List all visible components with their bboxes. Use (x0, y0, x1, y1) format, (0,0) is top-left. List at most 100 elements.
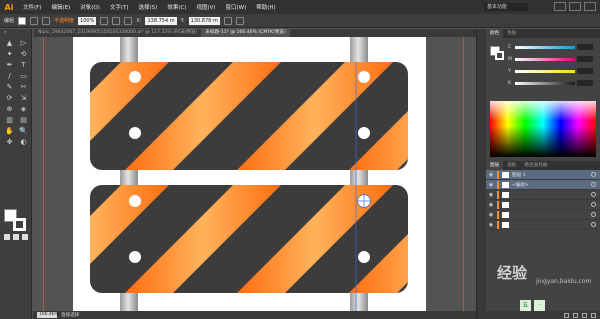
transform-icon[interactable] (223, 16, 232, 25)
k-slider-track[interactable] (515, 81, 575, 85)
close-button[interactable] (584, 2, 596, 11)
tab-color[interactable]: 颜色 (486, 29, 504, 38)
layer-row[interactable]: ◉ <编组> (486, 180, 600, 190)
artwork[interactable] (73, 37, 426, 311)
workspace-switcher[interactable]: 基本功能 (484, 3, 528, 11)
style-icon[interactable] (100, 16, 109, 25)
tool-button[interactable]: T (18, 61, 29, 70)
stroke-weight-icon[interactable] (42, 16, 51, 25)
make-clip-icon[interactable] (564, 312, 569, 318)
artboard[interactable] (73, 37, 426, 311)
menu-file[interactable]: 文件(F) (18, 3, 46, 11)
y-field[interactable]: 130.878 m (188, 16, 220, 25)
stroke-swatch[interactable] (30, 16, 39, 25)
tab-layers[interactable]: 图层 (486, 161, 504, 170)
y-value-field[interactable] (577, 68, 593, 74)
tool-button[interactable]: ▭ (18, 72, 29, 81)
tab-artboards[interactable]: 画板 (503, 161, 520, 170)
tab-pathfinder[interactable]: 路径查找器 (520, 161, 551, 170)
new-layer-icon[interactable] (582, 312, 587, 318)
c-value-field[interactable] (577, 44, 593, 50)
target-icon[interactable] (591, 222, 596, 227)
gradient-mode-button[interactable] (13, 234, 19, 240)
tool-button[interactable]: ⟲ (18, 50, 29, 59)
tool-button[interactable]: ✋ (4, 127, 15, 136)
eye-icon[interactable]: ◉ (486, 202, 496, 208)
slider-k[interactable]: K (508, 80, 593, 86)
tool-button[interactable]: ✦ (4, 50, 15, 59)
tool-button[interactable]: ✎ (4, 83, 15, 92)
eye-icon[interactable]: ◉ (486, 192, 496, 198)
ime-punct-button[interactable]: · (534, 300, 545, 311)
eye-icon[interactable]: ◉ (486, 182, 496, 188)
lower-board[interactable] (73, 185, 426, 293)
tool-button[interactable]: ▷ (18, 39, 29, 48)
fill-swatch[interactable] (18, 16, 27, 25)
x-field[interactable]: 138.754 m (145, 16, 177, 25)
tool-button[interactable]: ▤ (18, 116, 29, 125)
tool-button[interactable]: ▥ (4, 116, 15, 125)
layer-row[interactable]: ◉ (486, 210, 600, 220)
color-mode-button[interactable] (4, 234, 10, 240)
target-icon[interactable] (591, 192, 596, 197)
guide-line[interactable] (463, 37, 464, 311)
toolbox-header[interactable]: » (0, 29, 31, 37)
tool-button[interactable]: ⇲ (18, 94, 29, 103)
slider-m[interactable]: M (508, 56, 593, 62)
maximize-button[interactable] (569, 2, 581, 11)
panel-stroke-swatch[interactable] (495, 51, 504, 60)
tab-document-1[interactable]: Nipic_29842067_20190905150104334000.ai* … (34, 29, 201, 37)
tab-swatches[interactable]: 色板 (503, 29, 520, 38)
canvas-workspace[interactable] (33, 37, 476, 311)
panel-fill-stroke[interactable] (490, 46, 504, 60)
m-slider-track[interactable] (515, 57, 575, 61)
target-icon[interactable] (591, 172, 596, 177)
c-slider-track[interactable] (515, 45, 575, 49)
menu-select[interactable]: 选择(S) (134, 3, 163, 11)
none-mode-button[interactable] (22, 234, 28, 240)
minimize-button[interactable] (554, 2, 566, 11)
tool-button[interactable]: ◈ (18, 105, 29, 114)
menu-view[interactable]: 视图(V) (191, 3, 220, 11)
tool-button[interactable]: ✂ (18, 83, 29, 92)
tool-button[interactable]: ⊕ (4, 105, 15, 114)
status-tool-text[interactable]: 直接选择 (61, 312, 79, 318)
slider-y[interactable]: Y (508, 68, 593, 74)
delete-icon[interactable] (591, 312, 596, 318)
layer-row[interactable]: ◉ (486, 190, 600, 200)
opacity-label[interactable]: 不透明度 (54, 17, 74, 24)
target-icon[interactable] (591, 182, 596, 187)
tool-button[interactable]: ◐ (18, 138, 29, 147)
tab-document-2[interactable]: 未标题-11* @ 166.46% (CMYK/预览) (201, 29, 290, 37)
eye-icon[interactable]: ◉ (486, 212, 496, 218)
layer-row[interactable]: ◉ (486, 220, 600, 230)
guide-line[interactable] (43, 37, 44, 311)
layer-row[interactable]: ◉ 图层 1 (486, 170, 600, 180)
ime-mode-button[interactable]: 五 (520, 300, 531, 311)
menu-edit[interactable]: 编辑(E) (46, 3, 75, 11)
arrange-icon[interactable] (235, 16, 244, 25)
tool-button[interactable]: 🔍 (18, 127, 29, 136)
target-icon[interactable] (591, 202, 596, 207)
tool-button[interactable]: ▲ (4, 39, 15, 48)
menu-window[interactable]: 窗口(W) (221, 3, 252, 11)
m-value-field[interactable] (577, 56, 593, 62)
color-spectrum[interactable] (490, 101, 596, 157)
tool-button[interactable]: ✥ (4, 138, 15, 147)
tool-button[interactable]: / (4, 72, 15, 81)
fill-stroke-widget[interactable] (4, 209, 28, 231)
menu-object[interactable]: 对象(O) (75, 3, 105, 11)
stroke-color-swatch[interactable] (13, 218, 26, 231)
upper-board[interactable] (73, 62, 426, 170)
target-icon[interactable] (591, 212, 596, 217)
eye-icon[interactable]: ◉ (486, 172, 496, 178)
zoom-field[interactable]: 166.46% (37, 312, 59, 318)
layer-row[interactable]: ◉ (486, 200, 600, 210)
k-value-field[interactable] (577, 80, 593, 86)
tool-button[interactable]: ✒ (4, 61, 15, 70)
menu-effect[interactable]: 效果(C) (162, 3, 191, 11)
new-sublayer-icon[interactable] (573, 312, 578, 318)
eye-icon[interactable]: ◉ (486, 222, 496, 228)
menu-type[interactable]: 文字(T) (105, 3, 134, 11)
slider-c[interactable]: C (508, 44, 593, 50)
